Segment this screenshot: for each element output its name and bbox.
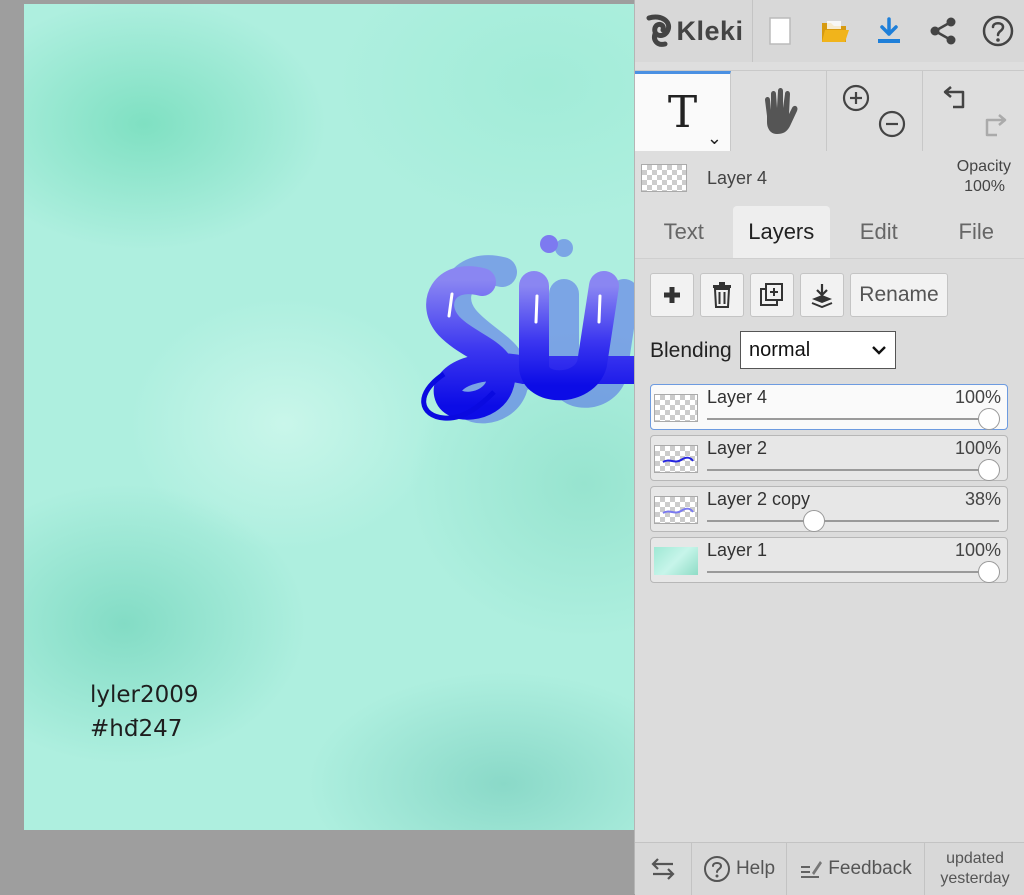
help-label: Help [736, 858, 775, 880]
zoom-in-icon[interactable] [841, 83, 871, 113]
layer-item-layer-2[interactable]: Layer 2 100% [650, 435, 1008, 481]
help-icon [981, 14, 1015, 48]
hand-tool-button[interactable] [731, 71, 827, 151]
swap-arrows-icon [649, 857, 677, 881]
layer-item-layer-4[interactable]: Layer 4 100% [650, 384, 1008, 430]
updated-label: updated [946, 849, 1004, 869]
trash-icon [711, 282, 733, 308]
layer-opacity: 100% [955, 387, 1001, 408]
rename-button-label: Rename [859, 283, 938, 307]
bottom-bar: Help Feedback updated yesterday [635, 842, 1024, 895]
opacity-slider-handle[interactable] [978, 459, 1000, 481]
text-tool-icon: T [668, 87, 697, 138]
opacity-slider-track[interactable] [707, 571, 999, 573]
layer-thumbnail [654, 496, 698, 524]
current-layer-opacity-value: 100% [964, 178, 1005, 196]
merge-down-icon [809, 282, 835, 308]
feedback-label: Feedback [828, 858, 911, 880]
opacity-slider-track[interactable] [707, 418, 999, 420]
layer-name: Layer 2 [707, 438, 767, 459]
tab-file[interactable]: File [928, 206, 1024, 258]
download-button[interactable] [862, 0, 916, 62]
opacity-slider-handle[interactable] [978, 408, 1000, 430]
feedback-link[interactable]: Feedback [787, 843, 925, 895]
text-tool-button[interactable]: T ⌄ [635, 71, 731, 151]
download-icon [875, 16, 903, 46]
layer-name: Layer 2 copy [707, 489, 810, 510]
blending-value: normal [749, 339, 810, 362]
plus-icon [661, 284, 683, 306]
side-panel: Kleki [634, 0, 1024, 894]
share-button[interactable] [916, 0, 970, 62]
tool-row: T ⌄ [635, 70, 1024, 151]
undo-redo-buttons [923, 71, 1024, 151]
zoom-out-icon[interactable] [877, 109, 907, 139]
share-icon [928, 16, 958, 46]
opacity-slider-track[interactable] [707, 469, 999, 471]
credit-username: lyler2009 [90, 682, 199, 708]
changelog-link[interactable]: updated yesterday [925, 843, 1024, 895]
chevron-down-icon [871, 344, 887, 356]
zoom-buttons [827, 71, 923, 151]
feedback-pencil-icon [799, 857, 823, 881]
help-circle-icon [703, 855, 731, 883]
tab-text[interactable]: Text [635, 206, 733, 258]
app-name: Kleki [676, 16, 743, 47]
layer-name: Layer 4 [707, 387, 767, 408]
add-layer-button[interactable] [650, 273, 694, 317]
workspace[interactable]: lyler2009 #hđ247 [0, 0, 634, 894]
blending-label: Blending [650, 339, 732, 363]
credit-hashtag: #hđ247 [90, 716, 182, 742]
layer-opacity: 100% [955, 438, 1001, 459]
layer-thumbnail [654, 547, 698, 575]
opacity-slider-handle[interactable] [978, 561, 1000, 583]
swap-side-button[interactable] [635, 843, 692, 895]
top-toolbar: Kleki [635, 0, 1024, 62]
delete-layer-button[interactable] [700, 273, 744, 317]
current-layer-name: Layer 4 [707, 168, 767, 189]
layer-item-layer-1[interactable]: Layer 1 100% [650, 537, 1008, 583]
duplicate-layer-button[interactable] [750, 273, 794, 317]
layer-thumbnail [654, 445, 698, 473]
layer-opacity: 38% [965, 489, 1001, 510]
chevron-down-icon[interactable]: ⌄ [707, 133, 722, 143]
undo-icon[interactable] [941, 81, 973, 113]
help-button[interactable] [971, 0, 1024, 62]
new-file-icon [767, 16, 793, 46]
tab-edit[interactable]: Edit [830, 206, 928, 258]
blending-select[interactable]: normal [740, 331, 896, 369]
merge-layer-button[interactable] [800, 273, 844, 317]
redo-icon[interactable] [977, 109, 1009, 141]
current-layer-info: Layer 4 Opacity 100% [635, 150, 1024, 206]
duplicate-icon [759, 282, 785, 308]
drawing-canvas[interactable]: lyler2009 #hđ247 [24, 4, 634, 830]
layer-item-layer-2-copy[interactable]: Layer 2 copy 38% [650, 486, 1008, 532]
updated-time: yesterday [940, 869, 1009, 889]
layer-opacity: 100% [955, 540, 1001, 561]
rename-layer-button[interactable]: Rename [850, 273, 948, 317]
tab-layers[interactable]: Layers [733, 206, 831, 258]
hand-icon [757, 86, 801, 136]
new-file-button[interactable] [753, 0, 807, 62]
opacity-slider-track[interactable] [707, 520, 999, 522]
layer-name: Layer 1 [707, 540, 767, 561]
current-layer-thumbnail [641, 164, 687, 192]
current-layer-opacity-label: Opacity [957, 158, 1011, 176]
opacity-slider-handle[interactable] [803, 510, 825, 532]
layers-tab-content: Rename Blending normal Layer 4 100% Laye… [635, 258, 1024, 843]
panel-tabs: Text Layers Edit File [635, 206, 1024, 258]
open-file-button[interactable] [807, 0, 861, 62]
open-folder-icon [820, 17, 850, 45]
kleki-logo-icon [643, 14, 673, 48]
layer-thumbnail [654, 394, 698, 422]
app-logo[interactable]: Kleki [635, 0, 753, 62]
help-link[interactable]: Help [692, 843, 787, 895]
